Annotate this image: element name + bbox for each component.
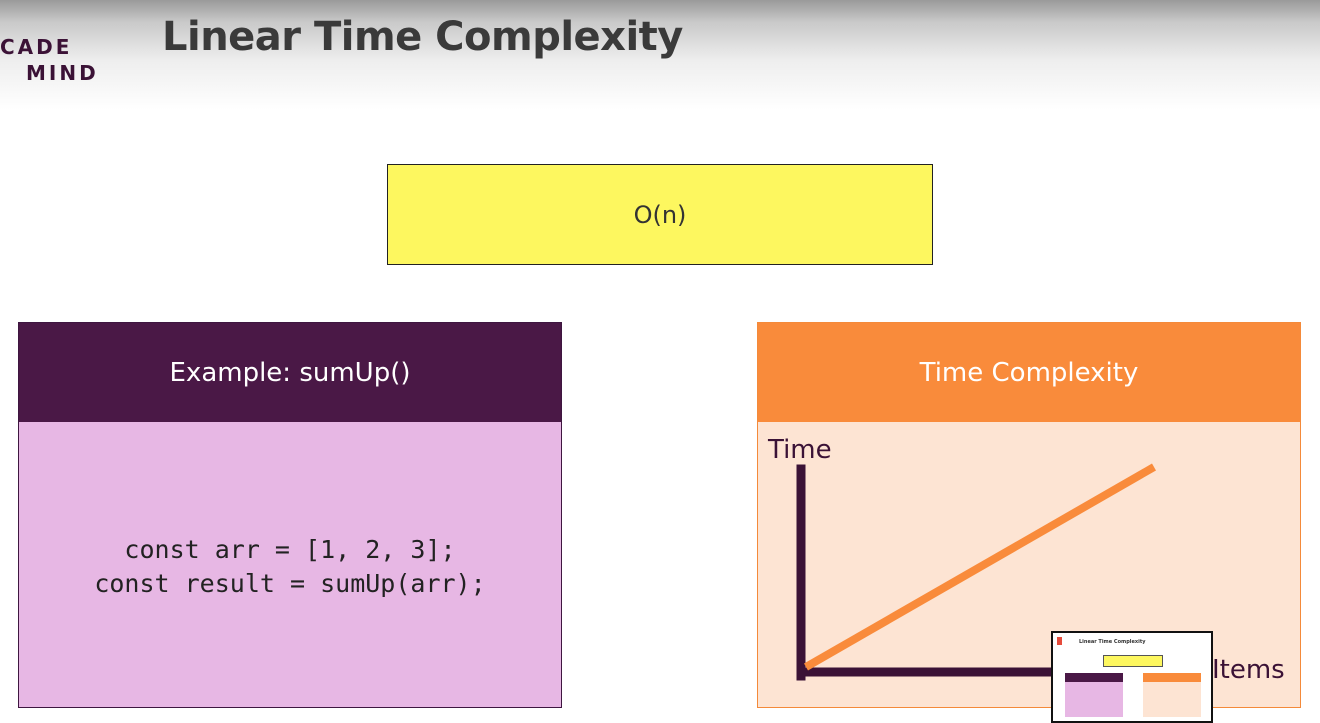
- thumbnail-complexity-box: [1103, 655, 1163, 667]
- time-complexity-card: Time Complexity Time Items: [757, 322, 1301, 708]
- x-axis-label: Items: [1212, 655, 1285, 685]
- thumbnail-chart-card: [1143, 673, 1201, 717]
- example-card: Example: sumUp() const arr = [1, 2, 3]; …: [18, 322, 562, 708]
- logo-line-2: MIND: [26, 61, 99, 85]
- complexity-notation-label: O(n): [633, 200, 687, 229]
- video-preview-thumbnail[interactable]: Linear Time Complexity: [1051, 631, 1213, 723]
- code-snippet: const arr = [1, 2, 3]; const result = su…: [19, 533, 561, 601]
- thumbnail-example-card: [1065, 673, 1123, 717]
- example-card-header: Example: sumUp(): [19, 323, 561, 422]
- code-line-2: const result = sumUp(arr);: [94, 569, 486, 598]
- thumbnail-title: Linear Time Complexity: [1079, 639, 1146, 645]
- code-line-1: const arr = [1, 2, 3];: [124, 535, 456, 564]
- slide-title: Linear Time Complexity: [162, 14, 683, 60]
- thumbnail-logo: [1057, 637, 1062, 645]
- complexity-notation-box: O(n): [387, 164, 933, 265]
- example-card-title: Example: sumUp(): [169, 357, 411, 388]
- linear-complexity-chart: [796, 463, 1156, 681]
- y-axis-label: Time: [768, 435, 832, 465]
- logo-line-1: CADE: [0, 35, 73, 59]
- brand-logo: CADE MIND: [0, 34, 99, 86]
